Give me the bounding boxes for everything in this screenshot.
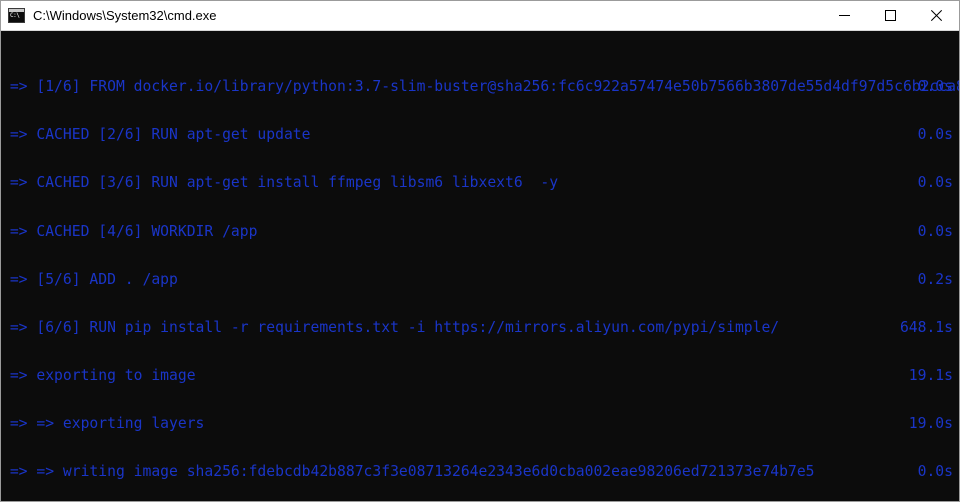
build-step-time: 0.0s [917,78,953,96]
build-step-time: 0.0s [917,126,953,144]
window-title: C:\Windows\System32\cmd.exe [33,8,217,23]
build-step-time: 0.0s [917,463,953,481]
maximize-icon[interactable] [867,1,913,31]
build-step-time: 0.2s [917,270,953,288]
build-step-text: => => writing image sha256:fdebcdb42b887… [1,463,815,481]
build-step-time: 0.0s [917,222,953,240]
build-step-line: => => writing image sha256:fdebcdb42b887… [1,464,959,480]
window-controls [821,1,959,31]
build-step-text: => CACHED [4/6] WORKDIR /app [1,222,258,240]
build-step-time: 19.0s [908,415,953,433]
build-step-text: => => exporting layers [1,415,205,433]
build-step-time: 19.1s [908,366,953,384]
build-step-text: => CACHED [3/6] RUN apt-get install ffmp… [1,174,559,192]
build-step-line: => exporting to image 19.1s [1,366,959,384]
build-step-text: => [5/6] ADD . /app [1,270,178,288]
cmd-window: C:\ C:\Windows\System32\cmd.exe => [1/6]… [0,0,960,502]
close-icon[interactable] [913,1,959,31]
minimize-icon[interactable] [821,1,867,31]
build-step-text: => [1/6] FROM docker.io/library/python:3… [1,78,959,96]
build-step-time: 0.0s [917,174,953,192]
cmd-console-icon: C:\ [8,8,25,23]
build-step-time: 648.1s [899,318,953,336]
build-step-line: => [1/6] FROM docker.io/library/python:3… [1,79,959,95]
build-step-line: => CACHED [3/6] RUN apt-get install ffmp… [1,175,959,191]
build-step-text: => exporting to image [1,366,196,384]
build-step-line: => [6/6] RUN pip install -r requirements… [1,318,959,336]
build-step-line: => [5/6] ADD . /app 0.2s [1,270,959,288]
build-step-line: => CACHED [4/6] WORKDIR /app 0.0s [1,222,959,240]
build-step-text: => [6/6] RUN pip install -r requirements… [1,318,780,336]
build-step-line: => => exporting layers 19.0s [1,416,959,432]
console-output[interactable]: => [1/6] FROM docker.io/library/python:3… [1,31,959,501]
build-step-text: => CACHED [2/6] RUN apt-get update [1,126,311,144]
title-bar[interactable]: C:\ C:\Windows\System32\cmd.exe [1,1,959,31]
build-step-line: => CACHED [2/6] RUN apt-get update 0.0s [1,127,959,143]
icon-label: C:\ [10,12,20,19]
